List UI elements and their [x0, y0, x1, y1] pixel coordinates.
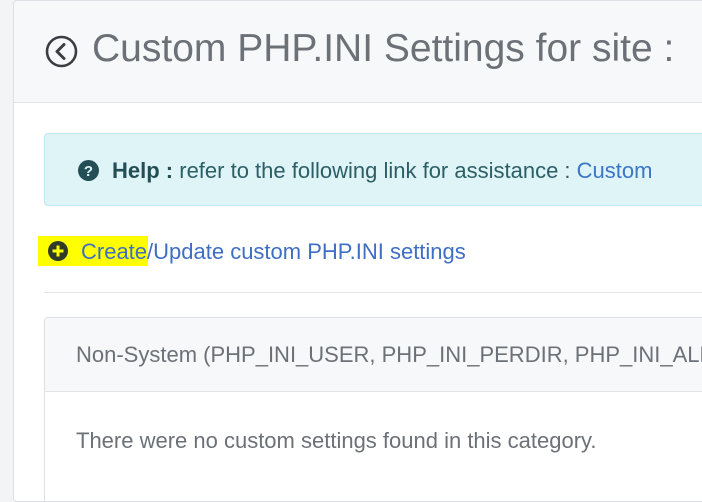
create-update-settings-label: Create/Update custom PHP.INI settings [81, 239, 466, 264]
card-header: Custom PHP.INI Settings for site : [14, 1, 702, 103]
question-circle-icon: ? [78, 160, 99, 181]
help-link[interactable]: Custom [577, 158, 653, 183]
empty-message: There were no custom settings found in t… [76, 428, 597, 453]
help-text: Help : refer to the following link for a… [112, 158, 652, 184]
settings-card: Custom PHP.INI Settings for site : ? Hel… [13, 0, 702, 502]
svg-text:?: ? [84, 163, 93, 180]
category-panel-non-system: Non-System (PHP_INI_USER, PHP_INI_PERDIR… [44, 317, 702, 501]
category-header: Non-System (PHP_INI_USER, PHP_INI_PERDIR… [45, 318, 702, 392]
chevron-left-circle-icon [45, 35, 78, 68]
category-title: Non-System (PHP_INI_USER, PHP_INI_PERDIR… [76, 342, 702, 367]
create-update-settings-link[interactable]: Create/Update custom PHP.INI settings [81, 236, 466, 268]
page-title: Custom PHP.INI Settings for site : [92, 27, 675, 70]
back-button[interactable] [45, 35, 78, 68]
help-description: refer to the following link for assistan… [173, 158, 577, 183]
help-alert: ? Help : refer to the following link for… [44, 133, 702, 206]
divider [44, 292, 702, 293]
plus-circle-icon[interactable] [48, 241, 68, 261]
help-label: Help : [112, 158, 174, 183]
